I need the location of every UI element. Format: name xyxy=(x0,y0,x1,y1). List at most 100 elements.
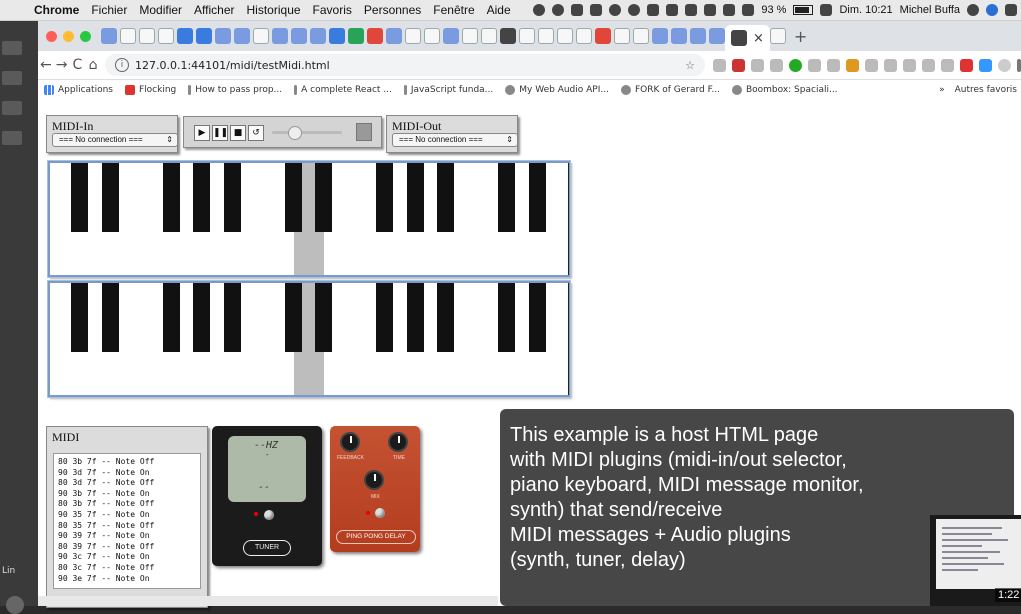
notification-center-icon[interactable] xyxy=(1005,4,1017,16)
address-bar[interactable]: i 127.0.0.1:44101/midi/testMidi.html ☆ xyxy=(105,54,705,76)
tab-favicon[interactable] xyxy=(690,28,706,44)
background-tab[interactable] xyxy=(2,101,22,115)
battery-percent[interactable]: 93 % xyxy=(761,4,786,16)
volume-icon[interactable] xyxy=(723,4,736,16)
forward-button[interactable]: → xyxy=(54,57,70,73)
black-key[interactable] xyxy=(376,163,394,233)
wifi-icon[interactable] xyxy=(704,4,717,16)
tab-favicon[interactable] xyxy=(367,28,383,44)
black-key[interactable] xyxy=(498,283,516,353)
tab-favicon[interactable] xyxy=(709,28,725,44)
status-app-icon[interactable] xyxy=(647,4,660,16)
tab-favicon[interactable] xyxy=(272,28,288,44)
home-button[interactable]: ⌂ xyxy=(85,57,101,73)
bookmark-star-icon[interactable]: ☆ xyxy=(685,59,695,72)
stop-button[interactable]: ■ xyxy=(230,125,246,141)
bookmarks-more-button[interactable]: » xyxy=(939,85,945,95)
tuner-bypass-switch[interactable] xyxy=(264,510,274,520)
black-key[interactable] xyxy=(376,283,394,353)
bookmark-javascript-funda[interactable]: JavaScript funda... xyxy=(398,85,499,95)
status-app-icon[interactable] xyxy=(609,4,622,16)
extension-icon[interactable] xyxy=(979,58,992,72)
midi-out-select[interactable]: === No connection === ⇕ xyxy=(392,133,518,147)
menu-fichier[interactable]: Fichier xyxy=(85,3,133,17)
extension-icon[interactable] xyxy=(941,58,954,72)
black-key[interactable] xyxy=(101,163,119,233)
black-key[interactable] xyxy=(193,163,211,233)
black-key[interactable] xyxy=(528,163,546,233)
profile-avatar-icon[interactable] xyxy=(998,58,1011,72)
status-app-icon[interactable] xyxy=(685,4,698,16)
tab-favicon[interactable] xyxy=(462,28,478,44)
black-key[interactable] xyxy=(528,283,546,353)
tab-favicon[interactable] xyxy=(500,28,516,44)
back-button[interactable]: ← xyxy=(38,57,54,73)
black-key[interactable] xyxy=(193,283,211,353)
bookmark-web-audio-api[interactable]: My Web Audio API... xyxy=(499,85,615,95)
close-tab-icon[interactable]: × xyxy=(753,31,764,46)
siri-icon[interactable] xyxy=(986,4,998,16)
more-menu-icon[interactable] xyxy=(1017,58,1021,72)
tab-favicon[interactable] xyxy=(424,28,440,44)
zoom-window-button[interactable] xyxy=(80,30,91,42)
status-app-icon[interactable] xyxy=(533,4,546,16)
menu-fenetre[interactable]: Fenêtre xyxy=(427,3,480,17)
tab-favicon[interactable] xyxy=(139,28,155,44)
background-tab[interactable] xyxy=(2,41,22,55)
tab-favicon[interactable] xyxy=(348,28,364,44)
time-knob[interactable] xyxy=(388,432,408,452)
tab-favicon[interactable] xyxy=(196,28,212,44)
midi-message-log[interactable]: 80 3b 7f -- Note Off 90 3d 7f -- Note On 8… xyxy=(53,453,201,589)
tab-favicon[interactable] xyxy=(234,28,250,44)
new-tab-button[interactable]: + xyxy=(786,27,815,46)
clock[interactable]: Dim. 10:21 xyxy=(839,4,892,16)
extension-icon[interactable] xyxy=(884,58,897,72)
bookmark-flocking[interactable]: Flocking xyxy=(119,85,182,95)
tab-favicon[interactable] xyxy=(158,28,174,44)
tab-favicon[interactable] xyxy=(101,28,117,44)
bluetooth-icon[interactable] xyxy=(666,4,679,16)
menu-modifier[interactable]: Modifier xyxy=(133,3,188,17)
pause-button[interactable]: ❚❚ xyxy=(212,125,228,141)
active-tab[interactable]: × xyxy=(725,25,770,51)
bookmark-applications[interactable]: Applications xyxy=(38,85,119,95)
tab-favicon[interactable] xyxy=(671,28,687,44)
extension-icon[interactable] xyxy=(960,58,973,72)
other-bookmarks-folder[interactable]: Autres favoris xyxy=(955,85,1017,95)
background-tab[interactable] xyxy=(2,71,22,85)
piano-keyboard-2[interactable] xyxy=(48,281,570,397)
menu-aide[interactable]: Aide xyxy=(481,3,517,17)
delay-bypass-switch[interactable] xyxy=(375,508,385,518)
minimize-window-button[interactable] xyxy=(63,30,74,42)
black-key[interactable] xyxy=(71,283,89,353)
extension-icon[interactable] xyxy=(751,58,764,72)
background-tab[interactable] xyxy=(2,131,22,145)
midi-in-select[interactable]: === No connection === ⇕ xyxy=(52,133,178,147)
tab-favicon[interactable] xyxy=(386,28,402,44)
tab-favicon[interactable] xyxy=(595,28,611,44)
black-key[interactable] xyxy=(406,163,424,233)
bookmark-boombox[interactable]: Boombox: Spaciali... xyxy=(726,85,844,95)
bookmark-complete-react[interactable]: A complete React ... xyxy=(288,85,398,95)
tab-favicon[interactable] xyxy=(769,28,786,44)
black-key[interactable] xyxy=(315,283,333,353)
tab-favicon[interactable] xyxy=(538,28,554,44)
battery-icon[interactable] xyxy=(793,5,814,15)
tab-favicon[interactable] xyxy=(291,28,307,44)
tab-favicon[interactable] xyxy=(177,28,193,44)
extension-icon[interactable] xyxy=(865,58,878,72)
tab-favicon[interactable] xyxy=(633,28,649,44)
extension-icon[interactable] xyxy=(827,58,840,72)
options-button[interactable] xyxy=(356,123,372,141)
black-key[interactable] xyxy=(315,163,333,233)
gear-icon[interactable] xyxy=(6,596,24,614)
extension-icon[interactable] xyxy=(846,58,859,72)
status-app-icon[interactable] xyxy=(552,4,565,16)
black-key[interactable] xyxy=(223,163,241,233)
black-key[interactable] xyxy=(162,163,180,233)
black-key[interactable] xyxy=(223,283,241,353)
tab-favicon[interactable] xyxy=(120,28,136,44)
slider-knob[interactable] xyxy=(288,126,302,140)
flag-icon[interactable] xyxy=(820,4,833,16)
black-key[interactable] xyxy=(71,163,89,233)
